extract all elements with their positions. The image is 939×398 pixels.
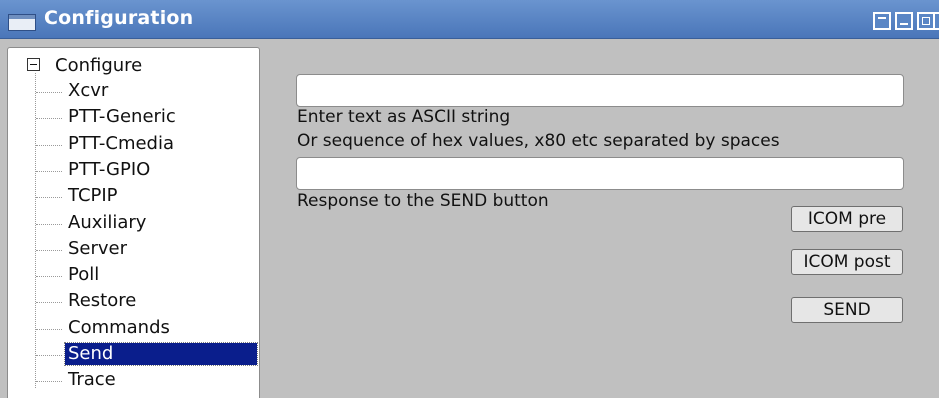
collapse-icon[interactable] [27,58,40,71]
tree-item-label: Commands [68,317,170,338]
tree-connector-line [36,92,62,93]
tree-item-label: PTT-Cmedia [68,133,175,154]
tree-item-label: Xcvr [68,80,109,101]
tree-item-restore[interactable]: Restore [8,289,260,315]
tree-connector-line [36,381,62,382]
tree-item-label: PTT-Generic [68,106,176,127]
tree-item-label: TCPIP [68,185,118,206]
window-title: Configuration [44,7,194,29]
tree-item-xcvr[interactable]: Xcvr [8,79,260,105]
shade-icon[interactable] [873,12,891,30]
tree-item-tcpip[interactable]: TCPIP [8,184,260,210]
tree-item-label: PTT-GPIO [68,159,151,180]
tree-item-server[interactable]: Server [8,237,260,263]
response-label: Response to the SEND button [297,191,549,211]
tree-item-poll[interactable]: Poll [8,263,260,289]
tree-root-configure[interactable]: Configure [55,55,142,76]
tree-connector-line [36,329,62,330]
tree-item-ptt-gpio[interactable]: PTT-GPIO [8,158,260,184]
tree-connector-line [36,197,62,198]
tree-item-label: Send [64,342,258,366]
icom-pre-button[interactable]: ICOM pre [791,206,903,232]
config-tree[interactable]: Configure Xcvr PTT-Generic PTT-Cmedia PTT-G… [7,47,260,398]
minimize-icon[interactable] [895,12,913,30]
tree-item-label: Auxiliary [68,212,147,233]
title-bar[interactable]: Configuration [0,0,939,39]
tree-item-label: Poll [68,264,100,285]
response-field[interactable] [296,157,904,190]
tree-item-auxiliary[interactable]: Auxiliary [8,211,260,237]
tree-connector-line [36,145,62,146]
window-icon[interactable] [8,14,36,31]
tree-connector-line [36,302,62,303]
send-button[interactable]: SEND [791,297,903,323]
tree-item-ptt-generic[interactable]: PTT-Generic [8,105,260,131]
tree-connector-line [36,224,62,225]
command-input[interactable] [296,74,904,107]
tree-connector-line [36,355,62,356]
close-icon[interactable] [933,12,939,30]
tree-item-label: Restore [68,290,137,311]
tree-connector-line [36,171,62,172]
icom-post-button[interactable]: ICOM post [791,249,903,275]
tree-item-label: Trace [68,369,116,390]
tree-item-label: Server [68,238,128,259]
hint-ascii: Enter text as ASCII string [297,107,511,127]
tree-item-commands[interactable]: Commands [8,316,260,342]
tree-connector-line [36,118,62,119]
tree-connector-line [36,276,62,277]
tree-connector-line [36,250,62,251]
tree-item-send[interactable]: Send [8,342,260,368]
tree-item-trace[interactable]: Trace [8,368,260,394]
tree-item-ptt-cmedia[interactable]: PTT-Cmedia [8,132,260,158]
hint-hex: Or sequence of hex values, x80 etc separ… [297,131,780,151]
